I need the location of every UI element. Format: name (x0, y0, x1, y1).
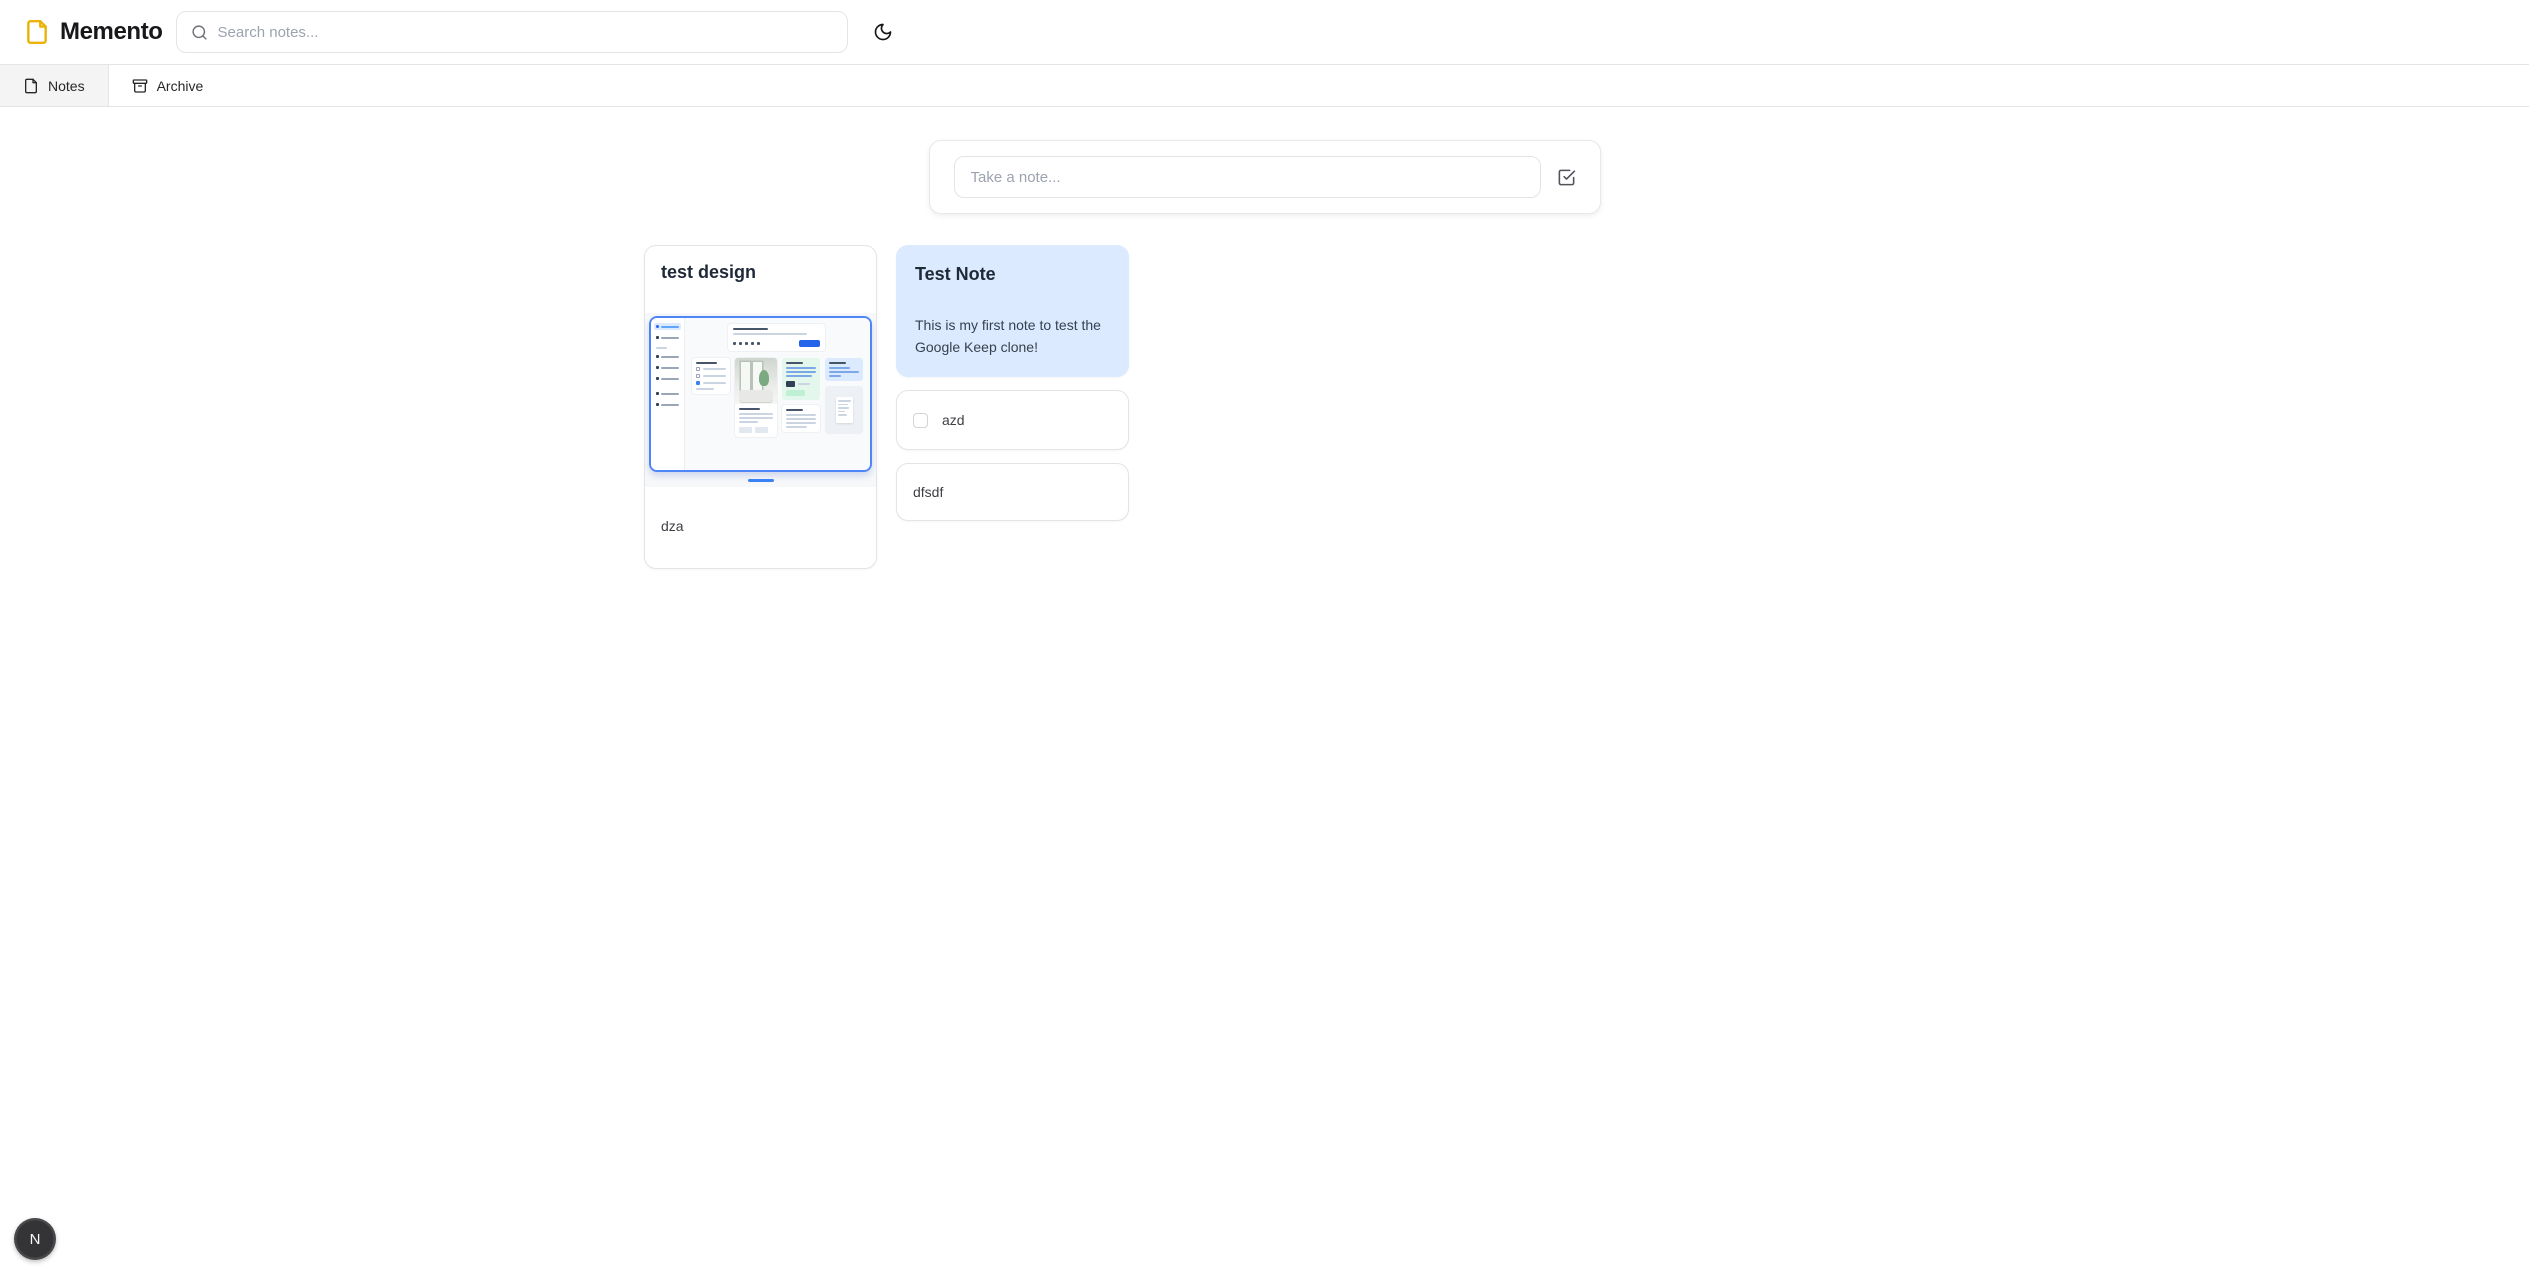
tab-archive[interactable]: Archive (109, 65, 227, 106)
notes-grid: test design (644, 245, 1885, 569)
search-icon (191, 24, 208, 41)
tab-archive-label: Archive (157, 78, 204, 94)
search-bar (176, 11, 848, 53)
note-card-test-design[interactable]: test design (644, 245, 877, 569)
note-composer (929, 140, 1601, 214)
note-file-icon (24, 19, 50, 45)
thumb-photo-card (735, 358, 777, 437)
main-content: test design (0, 140, 2529, 569)
thumb-blue-card (825, 358, 863, 381)
profile-avatar[interactable]: N (14, 1218, 56, 1260)
check-square-icon (1557, 168, 1576, 187)
tab-notes-label: Notes (48, 78, 85, 94)
checklist-checkbox[interactable] (913, 413, 928, 428)
note-card-azd[interactable]: azd (896, 390, 1129, 450)
thumb-scroll-indicator (748, 479, 774, 482)
app-window: Memento Notes (0, 0, 2529, 1277)
archive-icon (132, 78, 148, 94)
thumb-doc-card (825, 386, 863, 434)
note-body: dfsdf (913, 482, 943, 504)
note-title: test design (645, 246, 876, 283)
thumb-composer (728, 324, 825, 351)
thumb-sidebar (651, 318, 685, 470)
checklist-item-text: azd (942, 410, 965, 432)
avatar-initial: N (30, 1231, 41, 1248)
moon-icon (873, 22, 893, 42)
note-body: This is my first note to test the Google… (897, 285, 1128, 376)
file-icon (23, 78, 39, 94)
note-card-dfsdf[interactable]: dfsdf (896, 463, 1129, 521)
search-input[interactable] (218, 24, 833, 41)
app-logo: Memento (24, 18, 163, 46)
app-title: Memento (60, 18, 163, 46)
thumb-green-card (782, 358, 820, 400)
thumb-white-card (782, 405, 820, 432)
tab-notes[interactable]: Notes (0, 65, 109, 106)
note-title: Test Note (897, 246, 1128, 285)
take-a-note-input[interactable] (954, 156, 1541, 198)
thumb-checklist-card (692, 358, 730, 394)
theme-toggle-button[interactable] (864, 13, 902, 51)
notes-column-1: test design (644, 245, 877, 569)
thumb-main-area (685, 318, 870, 470)
notes-column-2: Test Note This is my first note to test … (896, 245, 1129, 521)
note-card-test-note[interactable]: Test Note This is my first note to test … (896, 245, 1129, 377)
note-image-mock[interactable] (645, 313, 876, 487)
new-checklist-button[interactable] (1557, 168, 1576, 187)
app-header: Memento (0, 0, 2529, 64)
tab-bar: Notes Archive (0, 64, 2529, 107)
note-body: dza (645, 487, 876, 568)
